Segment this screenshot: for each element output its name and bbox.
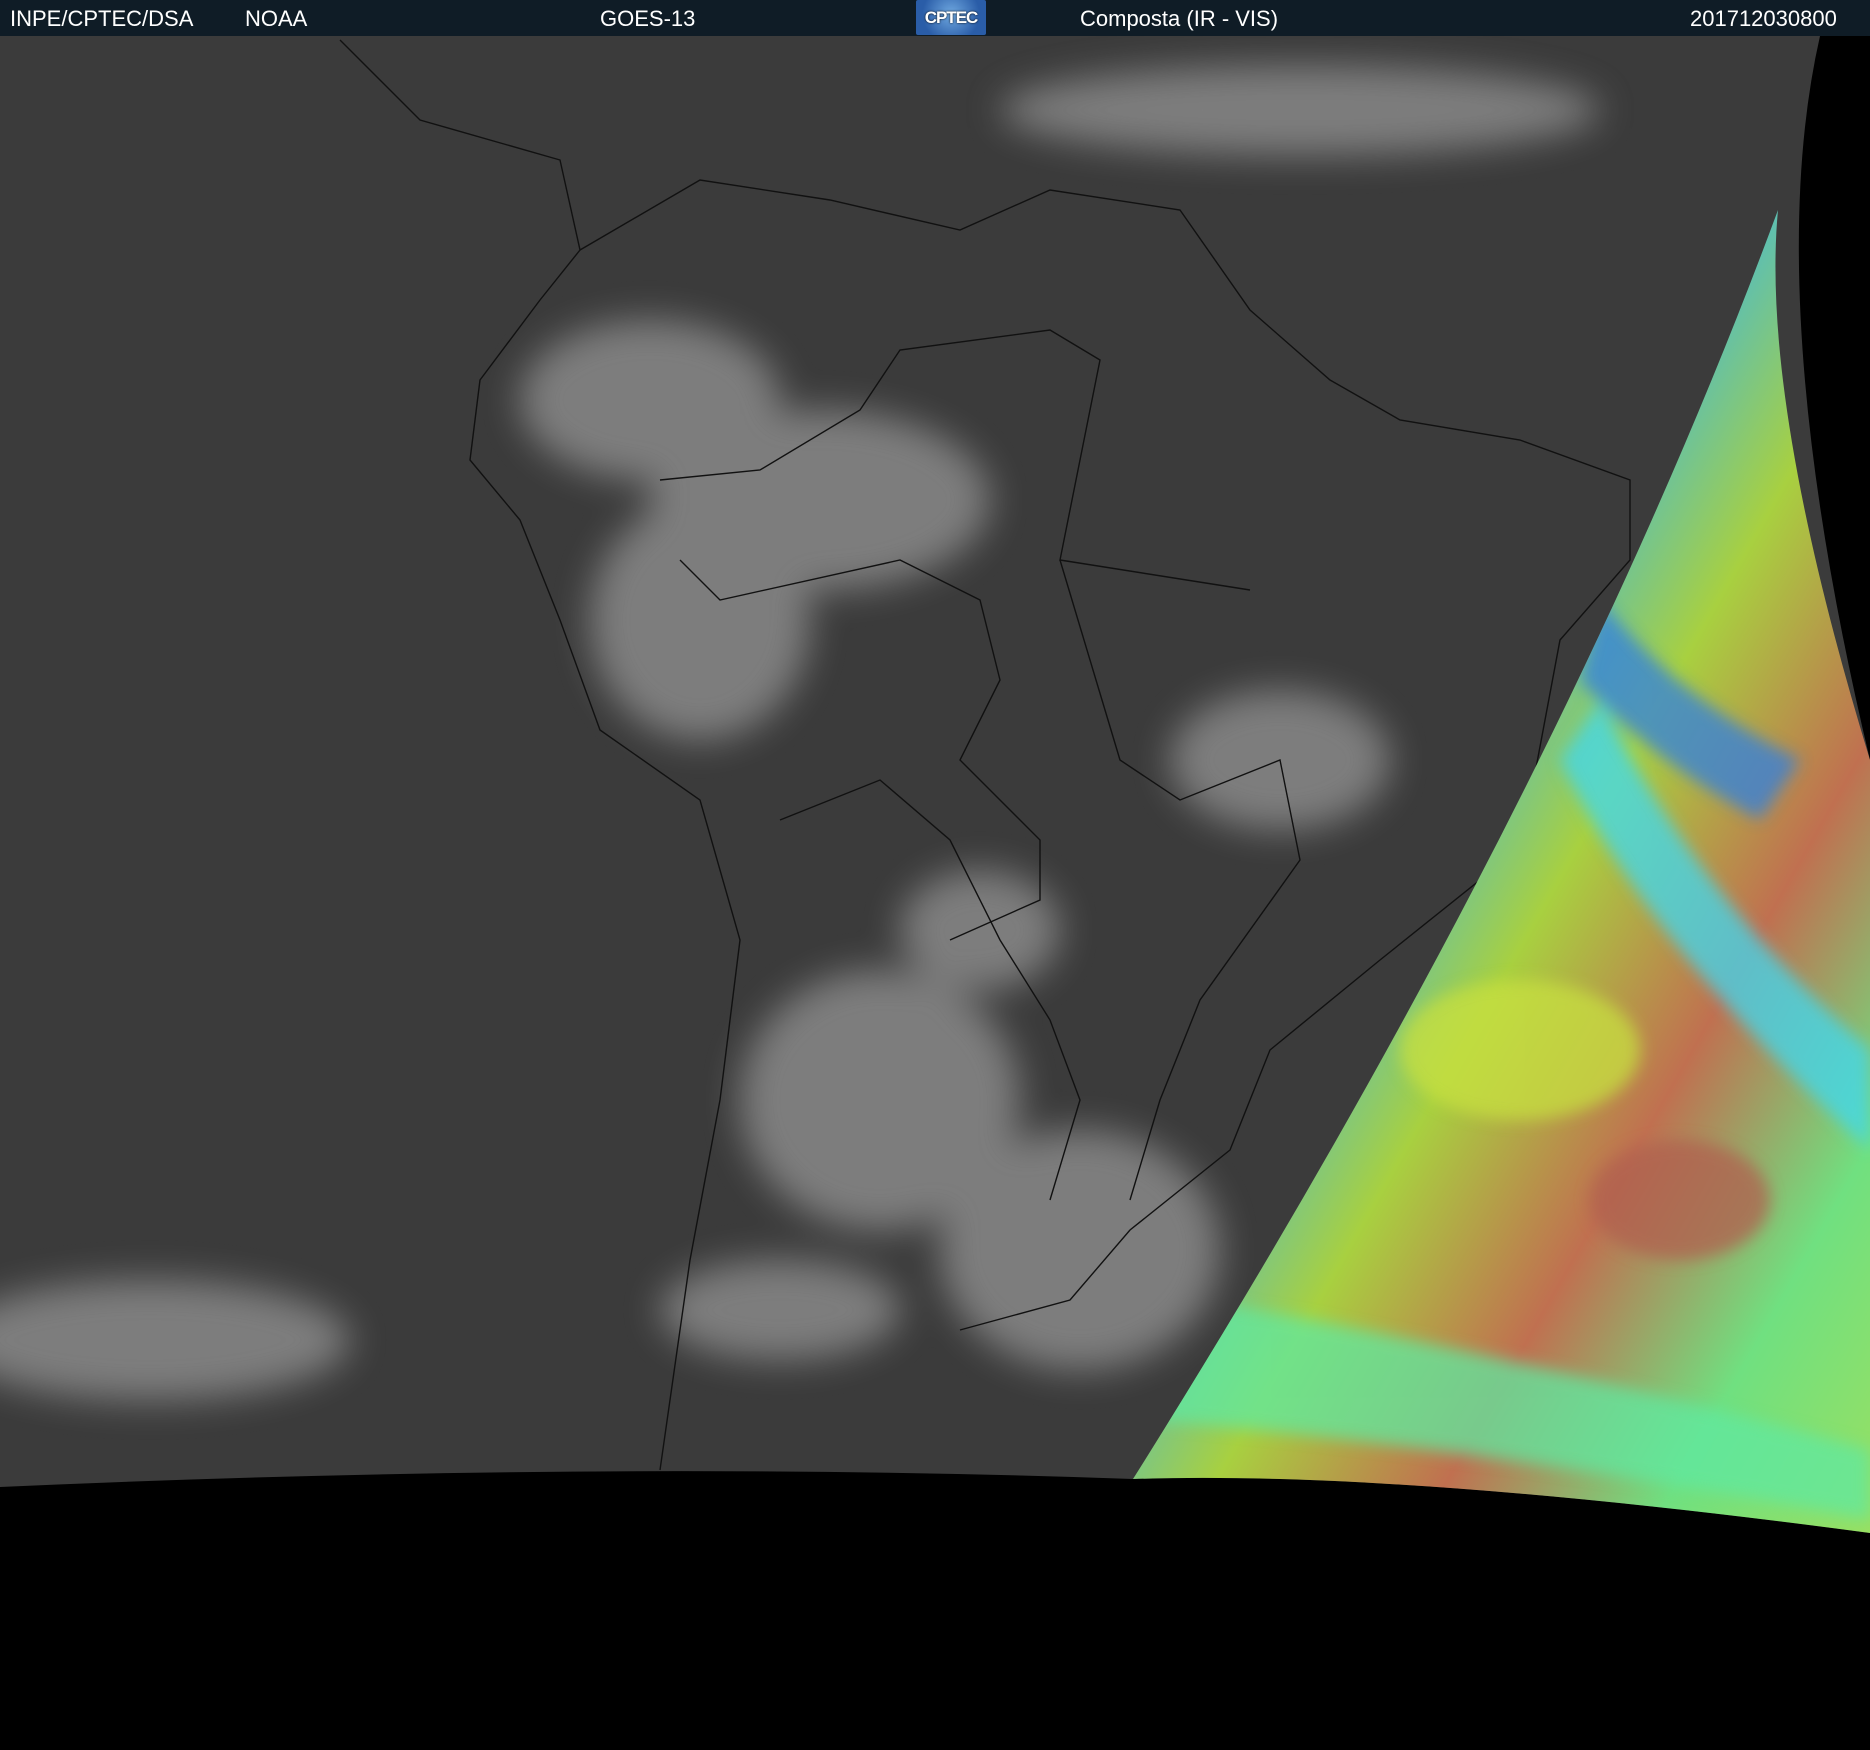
satellite-image [0,36,1870,1750]
timestamp-label: 201712030800 [1690,6,1837,31]
satellite-label: GOES-13 [600,6,696,31]
agency-label: INPE/CPTEC/DSA [10,6,194,31]
source-label: NOAA [245,6,308,31]
header-bar: INPE/CPTEC/DSA NOAA GOES-13 CPTEC Compos… [0,0,1870,36]
product-label: Composta (IR - VIS) [1080,6,1279,31]
cptec-logo: CPTEC [916,0,986,35]
